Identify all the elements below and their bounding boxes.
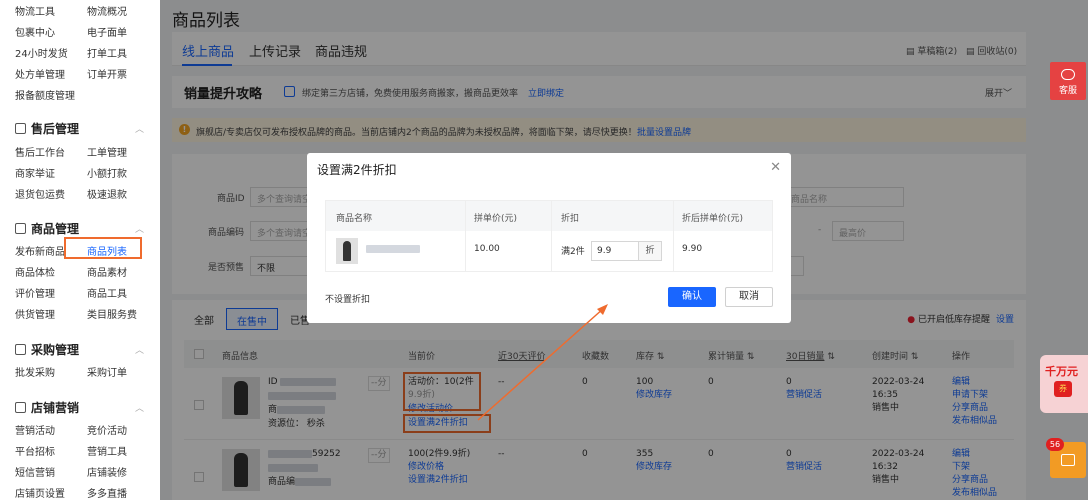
- discount-input[interactable]: 9.9: [591, 241, 639, 261]
- mt-th-price: 拼单价(元): [474, 214, 518, 224]
- chevron-up-icon: ︿: [135, 346, 145, 356]
- section-title: 店铺营销: [31, 401, 80, 415]
- sidebar-item[interactable]: 平台招标: [15, 443, 55, 458]
- sidebar-row: 平台招标 营销工具: [15, 443, 155, 458]
- sidebar-item[interactable]: 采购订单: [87, 364, 127, 379]
- sidebar-section-marketing[interactable]: 店铺营销 ︿: [15, 399, 144, 416]
- modal-table: 商品名称 拼单价(元) 折扣 折后拼单价(元) 10.00 满2件 9.9 折 …: [325, 200, 773, 272]
- sidebar-item[interactable]: 物流概况: [87, 3, 127, 18]
- sidebar-item[interactable]: 工单管理: [87, 144, 127, 159]
- sidebar-row: 营销活动 竞价活动: [15, 422, 155, 437]
- chevron-up-icon: ︿: [135, 225, 145, 235]
- sidebar-item[interactable]: 店铺装修: [87, 464, 127, 479]
- sidebar-item[interactable]: 退货包运费: [15, 186, 65, 201]
- sidebar-item[interactable]: 商品体检: [15, 264, 55, 279]
- chevron-up-icon: ︿: [135, 125, 145, 135]
- confirm-button[interactable]: 确认: [668, 287, 716, 307]
- sidebar-item[interactable]: 短信营销: [15, 464, 55, 479]
- sidebar-item[interactable]: 类目服务费: [87, 306, 137, 321]
- sidebar-item[interactable]: 商家举证: [15, 165, 55, 180]
- sidebar-row: 商品体检 商品素材: [15, 264, 155, 279]
- sidebar-item[interactable]: 打单工具: [87, 45, 127, 60]
- promo-widget[interactable]: 千万元 券: [1040, 355, 1088, 413]
- sidebar-row: 24小时发货 打单工具: [15, 45, 155, 60]
- cart-icon: [1061, 454, 1075, 466]
- no-discount-link[interactable]: 不设置折扣: [325, 292, 370, 305]
- sidebar-row: 处方单管理 订单开票: [15, 66, 155, 81]
- coupon-icon: 券: [1054, 381, 1072, 397]
- sidebar-item[interactable]: 极速退款: [87, 186, 127, 201]
- sidebar-item[interactable]: 售后工作台: [15, 144, 65, 159]
- cart-icon: [15, 344, 26, 355]
- discount-modal: 设置满2件折扣 ✕ 商品名称 拼单价(元) 折扣 折后拼单价(元) 10.00 …: [307, 153, 791, 323]
- sidebar-section-purchase[interactable]: 采购管理 ︿: [15, 341, 144, 358]
- box-icon: [15, 223, 26, 234]
- sidebar-item[interactable]: 电子面单: [87, 24, 127, 39]
- modal-after-price: 9.90: [682, 244, 703, 254]
- sidebar-row: 店铺页设置 多多直播: [15, 485, 155, 500]
- store-icon: [15, 402, 26, 413]
- customer-service-label: 客服: [1058, 86, 1077, 96]
- divider: [673, 201, 674, 271]
- promo-text: 千万元: [1045, 365, 1078, 378]
- product-list-highlight-box: [64, 237, 142, 259]
- close-icon[interactable]: ✕: [770, 160, 781, 175]
- sidebar-item[interactable]: 竞价活动: [87, 422, 127, 437]
- sidebar-item[interactable]: 商品工具: [87, 285, 127, 300]
- modal-product-thumbnail: [336, 238, 358, 264]
- sidebar-row: 报备额度管理: [15, 87, 155, 102]
- sidebar-row: 售后工作台 工单管理: [15, 144, 155, 159]
- discount-suffix: 折: [638, 241, 662, 261]
- sidebar-item[interactable]: 24小时发货: [15, 45, 68, 60]
- sidebar-row: 商家举证 小额打款: [15, 165, 155, 180]
- mt-th-name: 商品名称: [336, 214, 373, 224]
- modal-discount-prefix: 满2件: [561, 247, 585, 257]
- sidebar-item[interactable]: 店铺页设置: [15, 485, 65, 500]
- sidebar-item[interactable]: 营销工具: [87, 443, 127, 458]
- sidebar-item[interactable]: 报备额度管理: [15, 87, 75, 102]
- sidebar-item[interactable]: 商品素材: [87, 264, 127, 279]
- sidebar-item[interactable]: 供货管理: [15, 306, 55, 321]
- mt-th-discount: 折扣: [561, 214, 580, 224]
- section-title: 售后管理: [31, 122, 80, 136]
- sidebar-item[interactable]: 包裹中心: [15, 24, 55, 39]
- sidebar-row: 退货包运费 极速退款: [15, 186, 155, 201]
- sidebar-row: 短信营销 店铺装修: [15, 464, 155, 479]
- sidebar-section-products[interactable]: 商品管理 ︿: [15, 220, 144, 237]
- sidebar-item[interactable]: 处方单管理: [15, 66, 65, 81]
- sidebar-item[interactable]: 发布新商品: [15, 243, 65, 258]
- section-title: 采购管理: [31, 343, 80, 357]
- mt-th-after-price: 折后拼单价(元): [682, 214, 744, 224]
- modal-title: 设置满2件折扣: [317, 163, 397, 177]
- sidebar-item[interactable]: 评价管理: [15, 285, 55, 300]
- sidebar-item[interactable]: 订单开票: [87, 66, 127, 81]
- cart-count-badge: 56: [1046, 438, 1064, 451]
- sidebar-row: 评价管理 商品工具: [15, 285, 155, 300]
- chevron-up-icon: ︿: [135, 404, 145, 414]
- shield-icon: [15, 123, 26, 134]
- customer-service-button[interactable]: 客服: [1050, 62, 1086, 100]
- sidebar-item[interactable]: 小额打款: [87, 165, 127, 180]
- sidebar-row: 物流工具 物流概况: [15, 3, 155, 18]
- sidebar-item[interactable]: 多多直播: [87, 485, 127, 500]
- sidebar-item[interactable]: 批发采购: [15, 364, 55, 379]
- sidebar-row: 批发采购 采购订单: [15, 364, 155, 379]
- divider: [551, 201, 552, 271]
- sidebar-section-aftersale[interactable]: 售后管理 ︿: [15, 120, 144, 137]
- sidebar-row: 供货管理 类目服务费: [15, 306, 155, 321]
- divider: [465, 201, 466, 271]
- sidebar-item[interactable]: 物流工具: [15, 3, 55, 18]
- modal-price: 10.00: [474, 244, 500, 254]
- sidebar-item[interactable]: 营销活动: [15, 422, 55, 437]
- chat-icon: [1061, 69, 1075, 80]
- section-title: 商品管理: [31, 222, 80, 236]
- sidebar-row: 包裹中心 电子面单: [15, 24, 155, 39]
- blurred-text: [366, 245, 420, 253]
- cancel-button[interactable]: 取消: [725, 287, 773, 307]
